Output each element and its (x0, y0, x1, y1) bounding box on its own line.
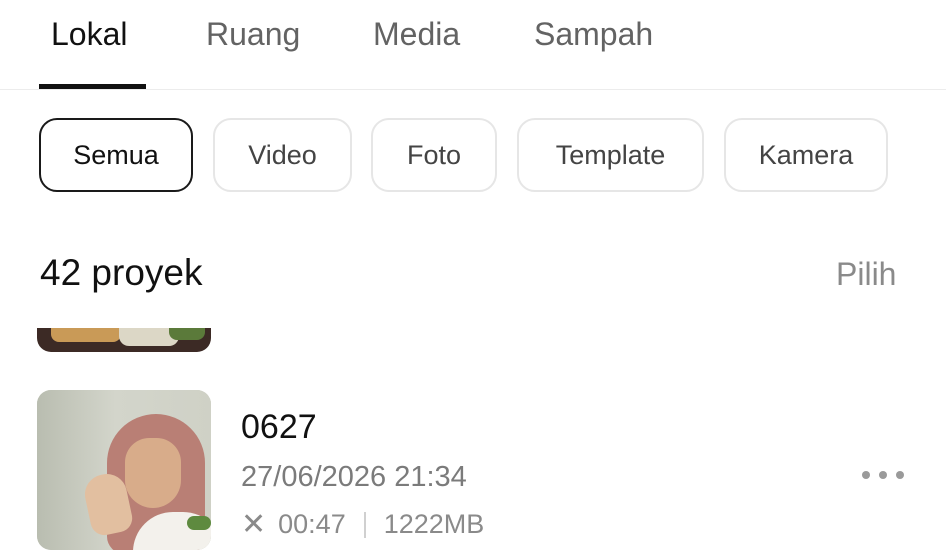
tab-ruang[interactable]: Ruang (206, 16, 300, 53)
filter-chip-row: Semua Video Foto Template Kamera (0, 118, 946, 196)
active-tab-indicator (39, 84, 146, 89)
project-date: 27/06/2026 21:34 (241, 461, 467, 493)
project-thumbnail-partial[interactable] (37, 328, 211, 352)
project-duration: 00:47 (278, 509, 346, 539)
top-tab-bar: Lokal Ruang Media Sampah (0, 0, 946, 90)
tab-sampah[interactable]: Sampah (534, 16, 653, 53)
filter-chip-foto[interactable]: Foto (371, 118, 497, 192)
scissors-icon: ✕ (241, 507, 267, 541)
project-card[interactable]: 0627 27/06/2026 21:34 ✕ 00:47 1222MB (0, 390, 946, 550)
project-meta: ✕ 00:47 1222MB (241, 509, 484, 540)
project-name: 0627 (241, 408, 317, 446)
project-thumbnail[interactable] (37, 390, 211, 550)
filter-chip-semua[interactable]: Semua (39, 118, 193, 192)
tab-media[interactable]: Media (373, 16, 460, 53)
select-button[interactable]: Pilih (836, 256, 896, 293)
filter-chip-video[interactable]: Video (213, 118, 352, 192)
more-options-icon[interactable] (862, 462, 904, 488)
project-count: 42 proyek (40, 252, 203, 293)
filter-chip-template[interactable]: Template (517, 118, 704, 192)
tab-lokal[interactable]: Lokal (51, 16, 128, 53)
project-size: 1222MB (383, 509, 485, 539)
meta-divider (363, 511, 366, 538)
filter-chip-kamera[interactable]: Kamera (724, 118, 888, 192)
